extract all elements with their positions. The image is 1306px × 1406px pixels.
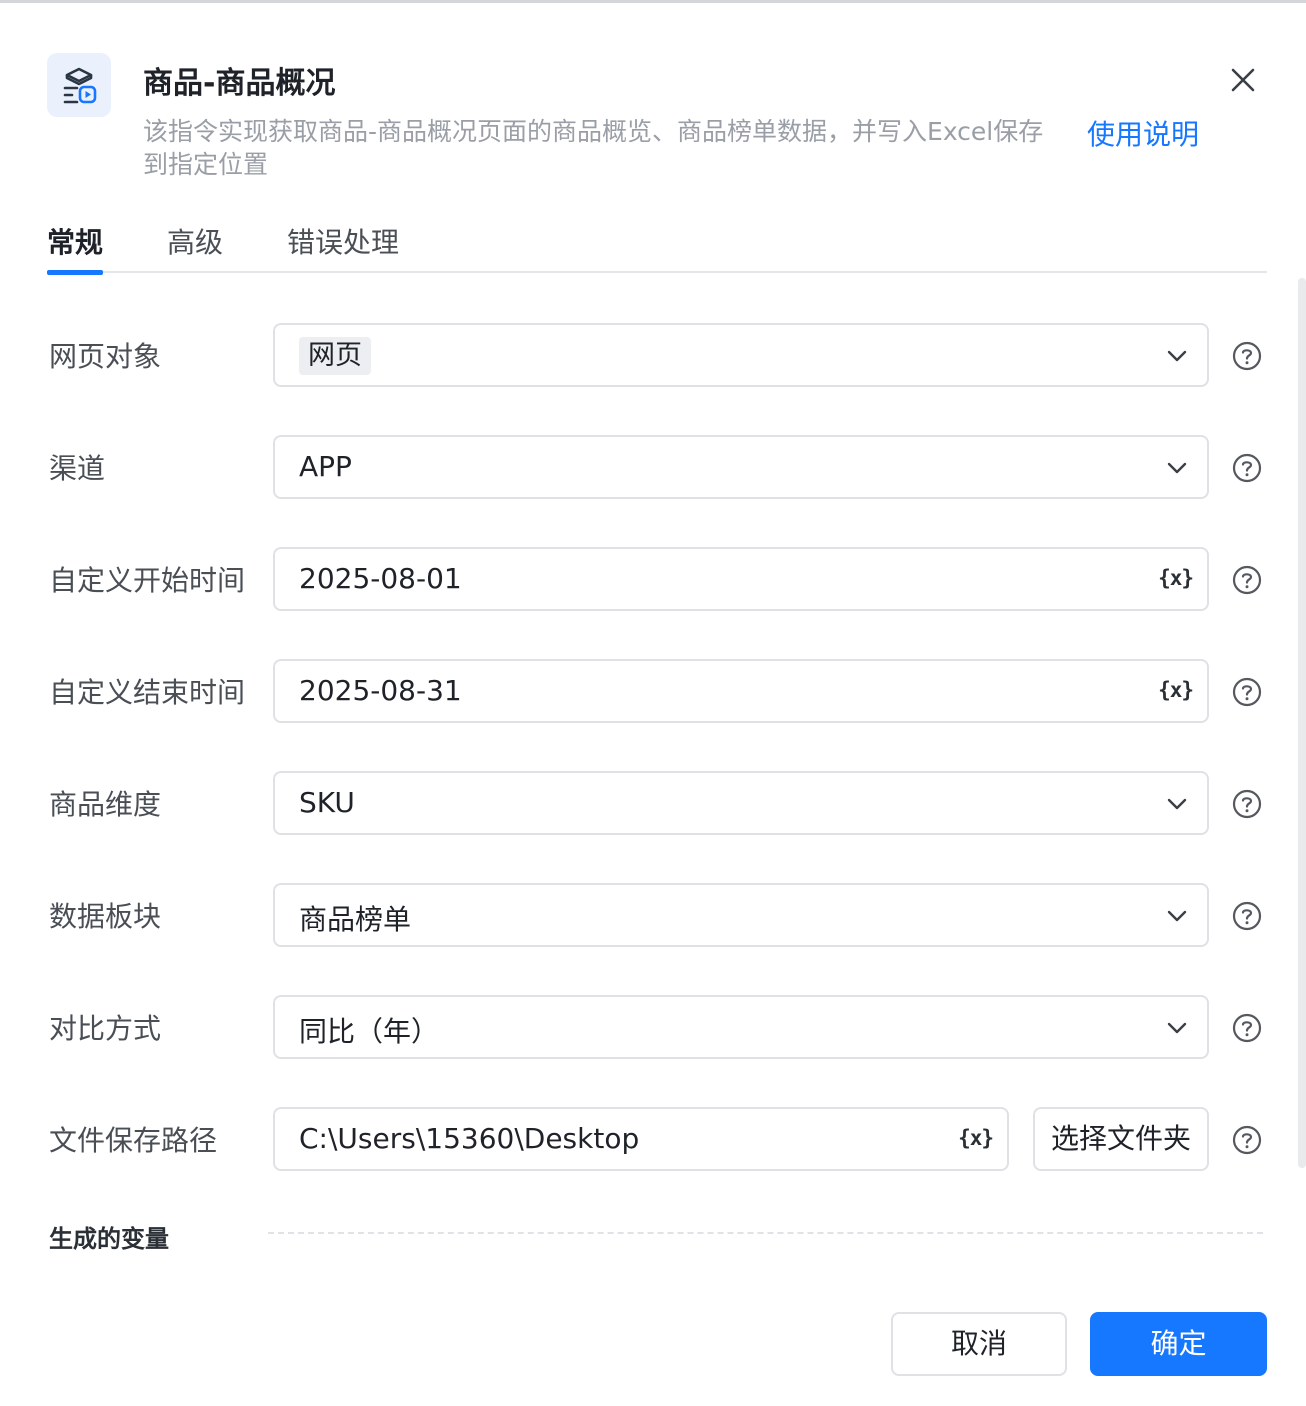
product-dimension-select[interactable]: SKU — [273, 771, 1209, 835]
start-time-input[interactable]: 2025-08-01 {x} — [273, 547, 1209, 611]
chevron-down-icon — [1167, 1022, 1187, 1034]
web-object-label: 网页对象 — [49, 340, 162, 373]
end-time-value: 2025-08-31 — [299, 674, 462, 707]
close-button[interactable] — [1226, 63, 1260, 97]
help-icon[interactable] — [1232, 901, 1262, 931]
channel-value: APP — [299, 450, 352, 483]
product-dimension-label: 商品维度 — [49, 788, 162, 821]
save-path-input[interactable]: C:\Users\15360\Desktop {x} — [273, 1107, 1009, 1171]
row-web-object: 网页对象 网页 — [0, 323, 1306, 387]
command-module-icon — [47, 53, 111, 117]
save-path-label: 文件保存路径 — [49, 1124, 218, 1157]
generated-variables-title: 生成的变量 — [49, 1225, 169, 1253]
section-divider — [268, 1232, 1263, 1234]
row-save-path: 文件保存路径 C:\Users\15360\Desktop {x} 选择文件夹 — [0, 1107, 1306, 1171]
help-icon[interactable] — [1232, 1013, 1262, 1043]
help-icon[interactable] — [1232, 565, 1262, 595]
compare-mode-value: 同比（年） — [299, 1015, 440, 1048]
row-start-time: 自定义开始时间 2025-08-01 {x} — [0, 547, 1306, 611]
web-object-tag: 网页 — [299, 337, 371, 375]
row-compare-mode: 对比方式 同比（年） — [0, 995, 1306, 1059]
tab-bar: 常规 高级 错误处理 — [47, 213, 1267, 275]
tab-advanced[interactable]: 高级 — [167, 221, 223, 273]
row-channel: 渠道 APP — [0, 435, 1306, 499]
help-icon[interactable] — [1232, 341, 1262, 371]
end-time-label: 自定义结束时间 — [49, 676, 246, 709]
cancel-button[interactable]: 取消 — [891, 1312, 1067, 1376]
variable-icon[interactable]: {x} — [1158, 566, 1194, 590]
save-path-value: C:\Users\15360\Desktop — [299, 1122, 640, 1155]
help-icon[interactable] — [1232, 677, 1262, 707]
chevron-down-icon — [1167, 798, 1187, 810]
dialog-title: 商品-商品概况 — [143, 66, 336, 101]
help-icon[interactable] — [1232, 789, 1262, 819]
row-product-dimension: 商品维度 SKU — [0, 771, 1306, 835]
row-data-block: 数据板块 商品榜单 — [0, 883, 1306, 947]
help-icon[interactable] — [1232, 1125, 1262, 1155]
choose-folder-button[interactable]: 选择文件夹 — [1033, 1107, 1209, 1171]
variable-icon[interactable]: {x} — [958, 1126, 994, 1150]
web-object-select[interactable]: 网页 — [273, 323, 1209, 387]
dialog-description: 该指令实现获取商品-商品概况页面的商品概览、商品榜单数据，并写入Excel保存到… — [143, 117, 1044, 179]
chevron-down-icon — [1167, 350, 1187, 362]
compare-mode-label: 对比方式 — [49, 1012, 162, 1045]
product-dimension-value: SKU — [299, 786, 355, 819]
chevron-down-icon — [1167, 910, 1187, 922]
data-block-select[interactable]: 商品榜单 — [273, 883, 1209, 947]
variable-icon[interactable]: {x} — [1158, 678, 1194, 702]
compare-mode-select[interactable]: 同比（年） — [273, 995, 1209, 1059]
channel-label: 渠道 — [49, 452, 106, 485]
tab-error-handling[interactable]: 错误处理 — [287, 221, 399, 273]
data-block-label: 数据板块 — [49, 900, 162, 933]
chevron-down-icon — [1167, 462, 1187, 474]
channel-select[interactable]: APP — [273, 435, 1209, 499]
confirm-button[interactable]: 确定 — [1090, 1312, 1267, 1376]
usage-guide-link[interactable]: 使用说明 — [1087, 113, 1199, 153]
end-time-input[interactable]: 2025-08-31 {x} — [273, 659, 1209, 723]
start-time-label: 自定义开始时间 — [49, 564, 246, 597]
data-block-value: 商品榜单 — [299, 903, 412, 936]
start-time-value: 2025-08-01 — [299, 562, 462, 595]
help-icon[interactable] — [1232, 453, 1262, 483]
row-end-time: 自定义结束时间 2025-08-31 {x} — [0, 659, 1306, 723]
close-icon — [1231, 68, 1255, 92]
command-dialog: 商品-商品概况 该指令实现获取商品-商品概况页面的商品概览、商品榜单数据，并写入… — [0, 0, 1306, 1406]
tab-general[interactable]: 常规 — [47, 221, 104, 275]
